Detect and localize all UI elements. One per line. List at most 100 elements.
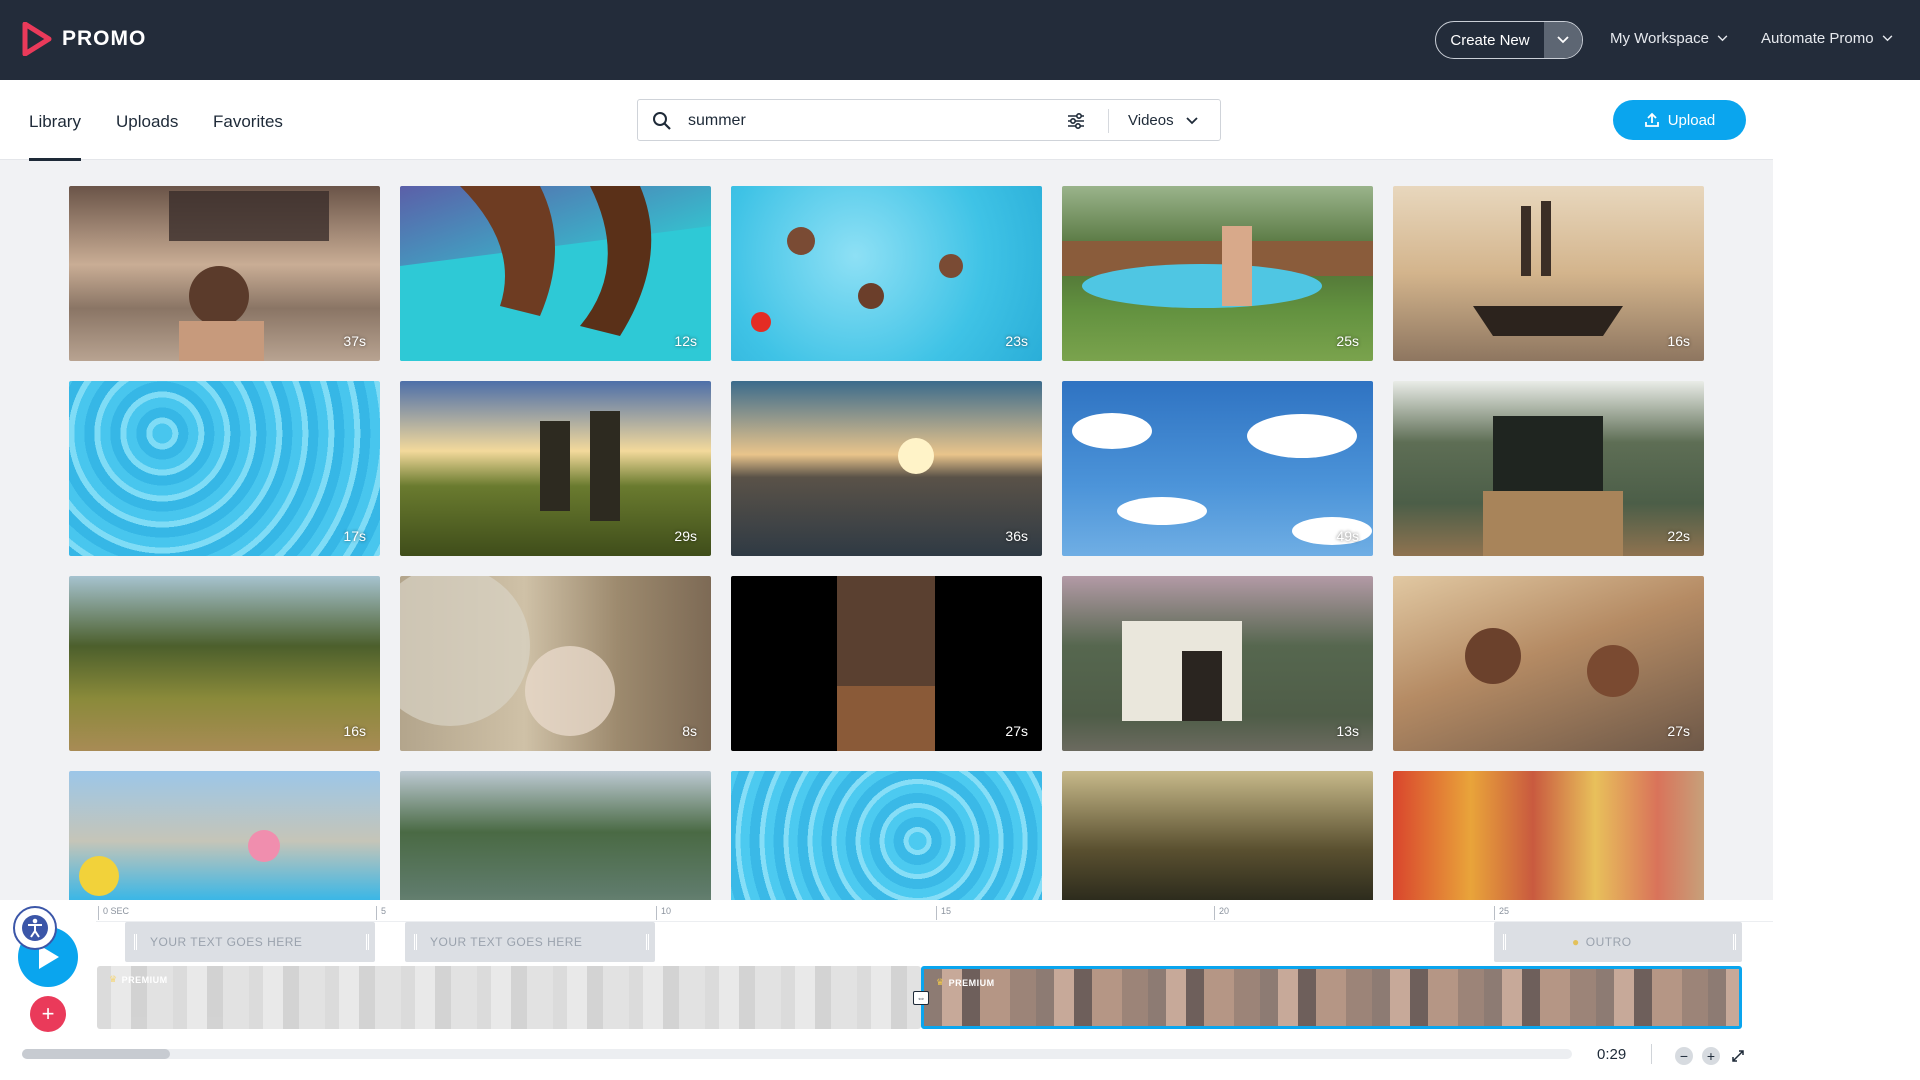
video-card[interactable]: 49s — [1062, 381, 1373, 556]
my-workspace-menu[interactable]: My Workspace — [1610, 30, 1728, 47]
video-thumbnail — [400, 576, 615, 736]
video-card[interactable]: 25s — [1062, 186, 1373, 361]
promo-logo[interactable]: PROMO — [22, 22, 146, 56]
video-card[interactable]: 13s — [1062, 576, 1373, 751]
tab-uploads[interactable]: Uploads — [116, 112, 178, 132]
text-overlay-label: YOUR TEXT GOES HERE — [430, 935, 583, 949]
video-card[interactable]: 36s — [731, 381, 1042, 556]
video-duration: 36s — [1005, 528, 1028, 544]
video-grid: 37s 12s 23s 25s 16s 17s 29s 36s 49s 22s … — [69, 186, 1705, 900]
video-clip-track[interactable]: ♛ PREMIUM — [97, 966, 921, 1029]
tab-favorites[interactable]: Favorites — [213, 112, 283, 132]
chevron-down-icon — [1717, 35, 1728, 42]
create-new-button[interactable]: Create New — [1435, 21, 1583, 59]
video-thumbnail — [1072, 413, 1372, 545]
drag-handle[interactable] — [646, 934, 649, 950]
transition-icon[interactable]: ⇔ — [913, 991, 929, 1005]
video-thumbnail — [400, 186, 711, 361]
text-overlay-track[interactable]: YOUR TEXT GOES HERE — [405, 922, 655, 962]
drag-handle[interactable] — [1733, 934, 1736, 950]
ruler-tick: 5 — [376, 906, 386, 920]
outro-dot-icon: ● — [1572, 935, 1580, 949]
create-new-dropdown[interactable] — [1544, 22, 1582, 58]
automate-promo-label: Automate Promo — [1761, 30, 1874, 47]
video-duration: 27s — [1667, 723, 1690, 739]
video-duration: 17s — [343, 528, 366, 544]
video-card[interactable]: 23s — [731, 186, 1042, 361]
video-clip-track-selected[interactable]: ♛ PREMIUM — [921, 966, 1742, 1029]
video-card[interactable] — [1393, 771, 1704, 900]
timeline-scrollbar[interactable] — [22, 1049, 1572, 1059]
video-card[interactable]: 27s — [731, 576, 1042, 751]
filter-sliders-icon[interactable] — [1066, 111, 1086, 131]
tab-library[interactable]: Library — [29, 112, 81, 161]
search-input[interactable] — [688, 108, 1088, 134]
media-type-value: Videos — [1128, 112, 1174, 129]
video-card[interactable] — [400, 771, 711, 900]
crown-icon: ♛ — [109, 974, 118, 984]
ruler-tick: 20 — [1214, 906, 1229, 920]
video-card[interactable]: 8s — [400, 576, 711, 751]
upload-button[interactable]: Upload — [1613, 100, 1746, 140]
fit-timeline-button[interactable] — [1729, 1047, 1747, 1065]
video-duration: 13s — [1336, 723, 1359, 739]
ruler-tick: 0 SEC — [98, 906, 129, 920]
timeline-ruler[interactable]: 0 SEC 5 10 15 20 25 — [96, 900, 1773, 922]
drag-handle[interactable] — [134, 934, 137, 950]
video-thumbnail — [1465, 628, 1639, 697]
video-thumbnail — [1062, 226, 1373, 308]
media-type-select[interactable]: Videos — [1128, 112, 1198, 129]
video-card[interactable] — [731, 771, 1042, 900]
zoom-in-button[interactable]: + — [1702, 1047, 1720, 1065]
video-duration: 37s — [343, 333, 366, 349]
search-bar: Videos — [637, 99, 1221, 141]
video-thumbnail — [751, 227, 963, 332]
video-duration: 12s — [674, 333, 697, 349]
video-duration: 29s — [674, 528, 697, 544]
text-overlay-track[interactable]: YOUR TEXT GOES HERE — [125, 922, 375, 962]
accessibility-button[interactable] — [13, 906, 57, 950]
upload-icon — [1644, 112, 1659, 127]
video-card[interactable]: 16s — [69, 576, 380, 751]
video-card[interactable] — [69, 771, 380, 900]
video-duration: 16s — [1667, 333, 1690, 349]
video-card[interactable]: 17s — [69, 381, 380, 556]
video-thumbnail — [1483, 416, 1623, 556]
drag-handle[interactable] — [1503, 934, 1506, 950]
automate-promo-menu[interactable]: Automate Promo — [1761, 30, 1893, 47]
video-thumbnail — [79, 830, 280, 896]
zoom-out-button[interactable]: − — [1675, 1047, 1693, 1065]
search-icon[interactable] — [652, 111, 672, 131]
plus-icon: + — [41, 1001, 55, 1026]
add-button[interactable]: + — [30, 996, 66, 1032]
text-overlay-label: YOUR TEXT GOES HERE — [150, 935, 303, 949]
drag-handle[interactable] — [414, 934, 417, 950]
video-card[interactable]: 27s — [1393, 576, 1704, 751]
drag-handle[interactable] — [366, 934, 369, 950]
video-thumbnail — [540, 411, 620, 521]
video-duration: 25s — [1336, 333, 1359, 349]
divider — [1651, 1044, 1652, 1064]
video-duration: 49s — [1336, 528, 1359, 544]
scrollbar-thumb[interactable] — [22, 1049, 170, 1059]
video-card[interactable] — [1062, 771, 1373, 900]
video-duration: 16s — [343, 723, 366, 739]
video-card[interactable]: 22s — [1393, 381, 1704, 556]
chevron-down-icon — [1557, 36, 1569, 44]
ruler-tick: 10 — [656, 906, 671, 920]
video-duration: 23s — [1005, 333, 1028, 349]
chevron-down-icon — [1185, 116, 1198, 124]
video-card[interactable]: 16s — [1393, 186, 1704, 361]
premium-badge: ♛ PREMIUM — [936, 977, 995, 988]
video-thumbnail — [1122, 621, 1242, 721]
video-card[interactable]: 29s — [400, 381, 711, 556]
video-card[interactable]: 37s — [69, 186, 380, 361]
top-navigation-bar: PROMO Create New My Workspace Automate P… — [0, 0, 1920, 80]
video-card[interactable]: 12s — [400, 186, 711, 361]
logo-text: PROMO — [62, 27, 147, 50]
outro-track[interactable]: ● OUTRO — [1494, 922, 1742, 962]
create-new-label[interactable]: Create New — [1436, 22, 1544, 58]
crown-icon: ♛ — [936, 977, 945, 987]
upload-label: Upload — [1667, 111, 1716, 129]
chevron-down-icon — [1882, 35, 1892, 42]
